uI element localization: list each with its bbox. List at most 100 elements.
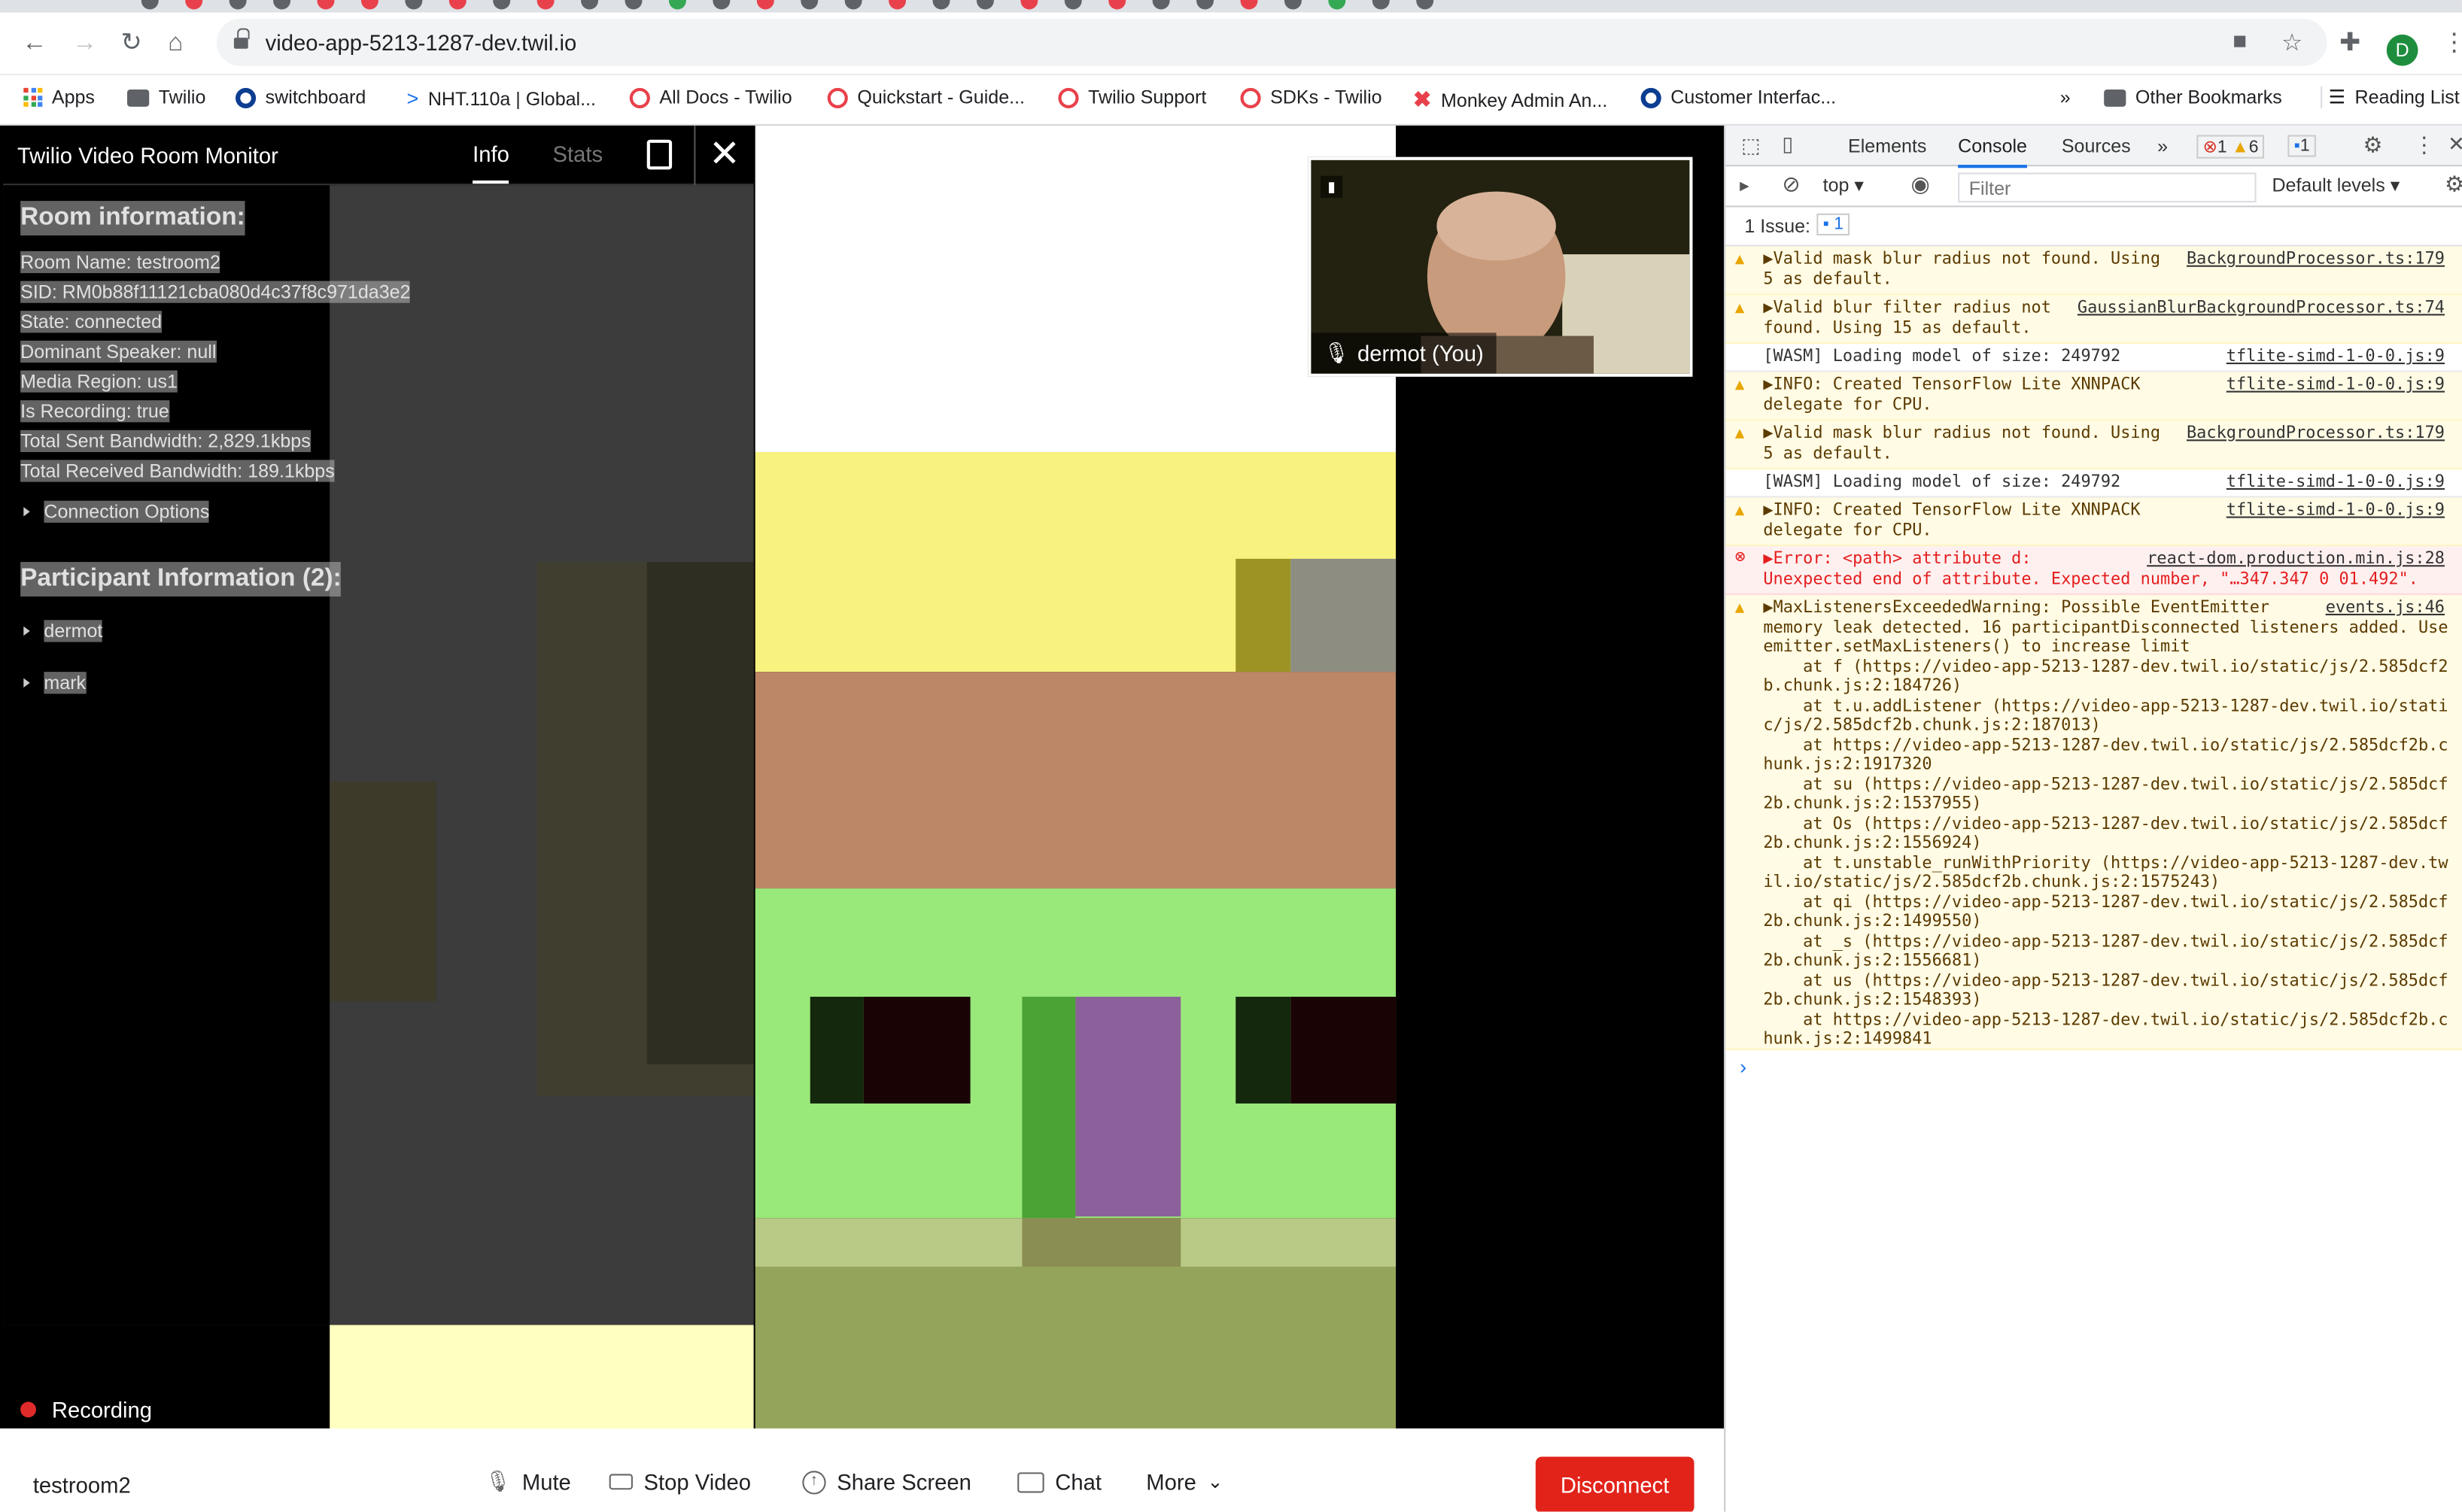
message-source-link[interactable]: BackgroundProcessor.ts:179 bbox=[2187, 424, 2445, 443]
message-source-link[interactable]: tflite-simd-1-0-0.js:9 bbox=[2226, 501, 2445, 521]
caret-right-icon[interactable] bbox=[23, 507, 30, 517]
stop-video-button[interactable]: Stop Video bbox=[609, 1469, 751, 1495]
tab-console[interactable]: Console bbox=[1958, 135, 2027, 169]
tab-favicon-icon[interactable] bbox=[317, 0, 335, 10]
caret-right-icon[interactable] bbox=[23, 678, 30, 688]
tab-favicon-icon[interactable] bbox=[1328, 0, 1346, 10]
tab-favicon-icon[interactable] bbox=[185, 0, 203, 10]
tab-favicon-icon[interactable] bbox=[536, 0, 555, 10]
more-button[interactable]: More ⌄ bbox=[1146, 1469, 1223, 1494]
console-message[interactable]: [WASM] Loading model of size: 249792 tfl… bbox=[1725, 343, 2462, 372]
tab-favicon-icon[interactable] bbox=[273, 0, 291, 10]
tab-sources[interactable]: Sources bbox=[2062, 135, 2131, 156]
tab-favicon-icon[interactable] bbox=[448, 0, 467, 10]
tab-favicon-icon[interactable] bbox=[889, 0, 907, 10]
tab-favicon-icon[interactable] bbox=[1108, 0, 1126, 10]
copy-icon[interactable] bbox=[646, 139, 673, 170]
bookmark-twilio[interactable]: Twilio bbox=[127, 87, 205, 108]
tab-favicon-icon[interactable] bbox=[756, 0, 774, 10]
bookmarks-overflow-button[interactable]: » bbox=[2060, 87, 2071, 108]
inspect-element-icon[interactable]: ⬚ bbox=[1741, 133, 1761, 158]
tab-favicon-icon[interactable] bbox=[1152, 0, 1170, 10]
message-source-link[interactable]: events.js:46 bbox=[2326, 598, 2445, 618]
console-message[interactable]: ▲ ▶INFO: Created TensorFlow Lite XNNPACK… bbox=[1725, 372, 2462, 421]
console-filter-input[interactable] bbox=[1958, 172, 2257, 203]
message-source-link[interactable]: GaussianBlurBackgroundProcessor.ts:74 bbox=[2078, 298, 2445, 317]
participant-dermot[interactable]: dermot bbox=[44, 620, 103, 642]
message-source-link[interactable]: BackgroundProcessor.ts:179 bbox=[2187, 250, 2445, 269]
message-counter[interactable]: ▪1 bbox=[2287, 135, 2316, 157]
bookmark-monkey-admin[interactable]: ✖ Monkey Admin An... bbox=[1413, 87, 1607, 113]
chat-button[interactable]: Chat bbox=[1017, 1469, 1102, 1495]
tab-favicon-icon[interactable] bbox=[141, 0, 159, 10]
caret-right-icon[interactable] bbox=[23, 626, 30, 636]
message-source-link[interactable]: tflite-simd-1-0-0.js:9 bbox=[2226, 375, 2445, 395]
address-bar[interactable]: video-app-5213-1287-dev.twil.io ■ ☆ bbox=[216, 19, 2327, 66]
url-text[interactable]: video-app-5213-1287-dev.twil.io bbox=[266, 30, 577, 55]
bookmark-switchboard[interactable]: switchboard bbox=[236, 87, 366, 108]
console-prompt[interactable]: › bbox=[1740, 1055, 1746, 1078]
tab-favicon-icon[interactable] bbox=[625, 0, 643, 10]
reading-list[interactable]: ☰ Reading List bbox=[2321, 86, 2460, 108]
tab-favicon-icon[interactable] bbox=[713, 0, 731, 10]
close-devtools-icon[interactable]: ✕ bbox=[2448, 132, 2462, 156]
bookmark-all-docs[interactable]: All Docs - Twilio bbox=[629, 87, 792, 108]
log-levels-select[interactable]: Default levels ▾ bbox=[2272, 175, 2400, 196]
disconnect-button[interactable]: Disconnect bbox=[1535, 1456, 1695, 1512]
star-icon[interactable]: ☆ bbox=[2281, 29, 2302, 56]
home-icon[interactable]: ⌂ bbox=[168, 30, 183, 59]
device-toolbar-icon[interactable]: ▯ bbox=[1782, 132, 1793, 156]
connection-options-toggle[interactable]: Connection Options bbox=[44, 500, 210, 523]
console-message[interactable]: [WASM] Loading model of size: 249792 tfl… bbox=[1725, 469, 2462, 498]
settings-gear-icon[interactable]: ⚙ bbox=[2363, 132, 2382, 158]
issue-counter[interactable]: ⊗1 ▲6 bbox=[2196, 135, 2265, 159]
bookmark-sdks[interactable]: SDKs - Twilio bbox=[1240, 87, 1382, 108]
console-message[interactable]: ⊗ ▶Error: <path> attribute d: Unexpected… bbox=[1725, 546, 2462, 595]
issues-badge[interactable]: ▪ 1 bbox=[1816, 213, 1850, 236]
tab-favicon-icon[interactable] bbox=[1416, 0, 1434, 10]
participant-mark[interactable]: mark bbox=[44, 672, 87, 694]
issues-bar[interactable]: 1 Issue: ▪ 1 bbox=[1725, 207, 2462, 247]
tab-favicon-icon[interactable] bbox=[229, 0, 247, 10]
close-icon[interactable]: ✕ bbox=[694, 125, 753, 186]
tab-info[interactable]: Info bbox=[473, 141, 509, 184]
tab-favicon-icon[interactable] bbox=[1064, 0, 1082, 10]
bookmark-customer-interface[interactable]: Customer Interfac... bbox=[1640, 87, 1836, 108]
extensions-icon[interactable]: ✚ bbox=[2339, 30, 2360, 59]
forward-arrow-icon[interactable]: → bbox=[72, 30, 97, 59]
message-source-link[interactable]: react-dom.production.min.js:28 bbox=[2147, 549, 2445, 569]
tab-favicon-icon[interactable] bbox=[1020, 0, 1038, 10]
eye-icon[interactable]: ◉ bbox=[1911, 171, 1930, 197]
message-source-link[interactable]: tflite-simd-1-0-0.js:9 bbox=[2226, 472, 2445, 492]
tab-favicon-icon[interactable] bbox=[493, 0, 511, 10]
tab-favicon-icon[interactable] bbox=[360, 0, 378, 10]
tab-favicon-icon[interactable] bbox=[844, 0, 862, 10]
message-source-link[interactable]: tflite-simd-1-0-0.js:9 bbox=[2226, 347, 2445, 366]
mute-button[interactable]: 🎙 Mute bbox=[485, 1469, 571, 1494]
console-settings-icon[interactable]: ⚙ bbox=[2445, 171, 2462, 197]
bookmark-twilio-support[interactable]: Twilio Support bbox=[1058, 87, 1206, 108]
sidebar-toggle-icon[interactable]: ▸ bbox=[1740, 175, 1749, 196]
tab-favicon-icon[interactable] bbox=[581, 0, 599, 10]
more-tabs-button[interactable]: » bbox=[2157, 135, 2168, 156]
tab-stats[interactable]: Stats bbox=[553, 141, 603, 166]
console-message[interactable]: ▲ ▶Valid mask blur radius not found. Usi… bbox=[1725, 246, 2462, 296]
profile-avatar[interactable]: D bbox=[2386, 34, 2418, 66]
context-selector[interactable]: top ▾ bbox=[1823, 175, 1864, 196]
tab-favicon-icon[interactable] bbox=[1196, 0, 1214, 10]
clear-console-icon[interactable]: ⊘ bbox=[1782, 171, 1800, 197]
tab-favicon-icon[interactable] bbox=[976, 0, 994, 10]
kebab-menu-icon[interactable]: ⋮ bbox=[2442, 30, 2462, 59]
camera-icon[interactable]: ■ bbox=[2233, 29, 2247, 55]
bookmark-nht[interactable]: > NHT.110a | Global... bbox=[406, 87, 596, 110]
back-arrow-icon[interactable]: ← bbox=[22, 30, 47, 59]
console-message[interactable]: ▲ ▶INFO: Created TensorFlow Lite XNNPACK… bbox=[1725, 497, 2462, 547]
tab-favicon-icon[interactable] bbox=[668, 0, 686, 10]
tab-favicon-icon[interactable] bbox=[932, 0, 950, 10]
tab-favicon-icon[interactable] bbox=[1372, 0, 1390, 10]
share-screen-button[interactable]: ↑ Share Screen bbox=[802, 1469, 971, 1495]
kebab-menu-icon[interactable]: ⋮ bbox=[2413, 132, 2435, 158]
tab-favicon-icon[interactable] bbox=[405, 0, 423, 10]
tab-favicon-icon[interactable] bbox=[801, 0, 819, 10]
tab-favicon-icon[interactable] bbox=[1284, 0, 1302, 10]
